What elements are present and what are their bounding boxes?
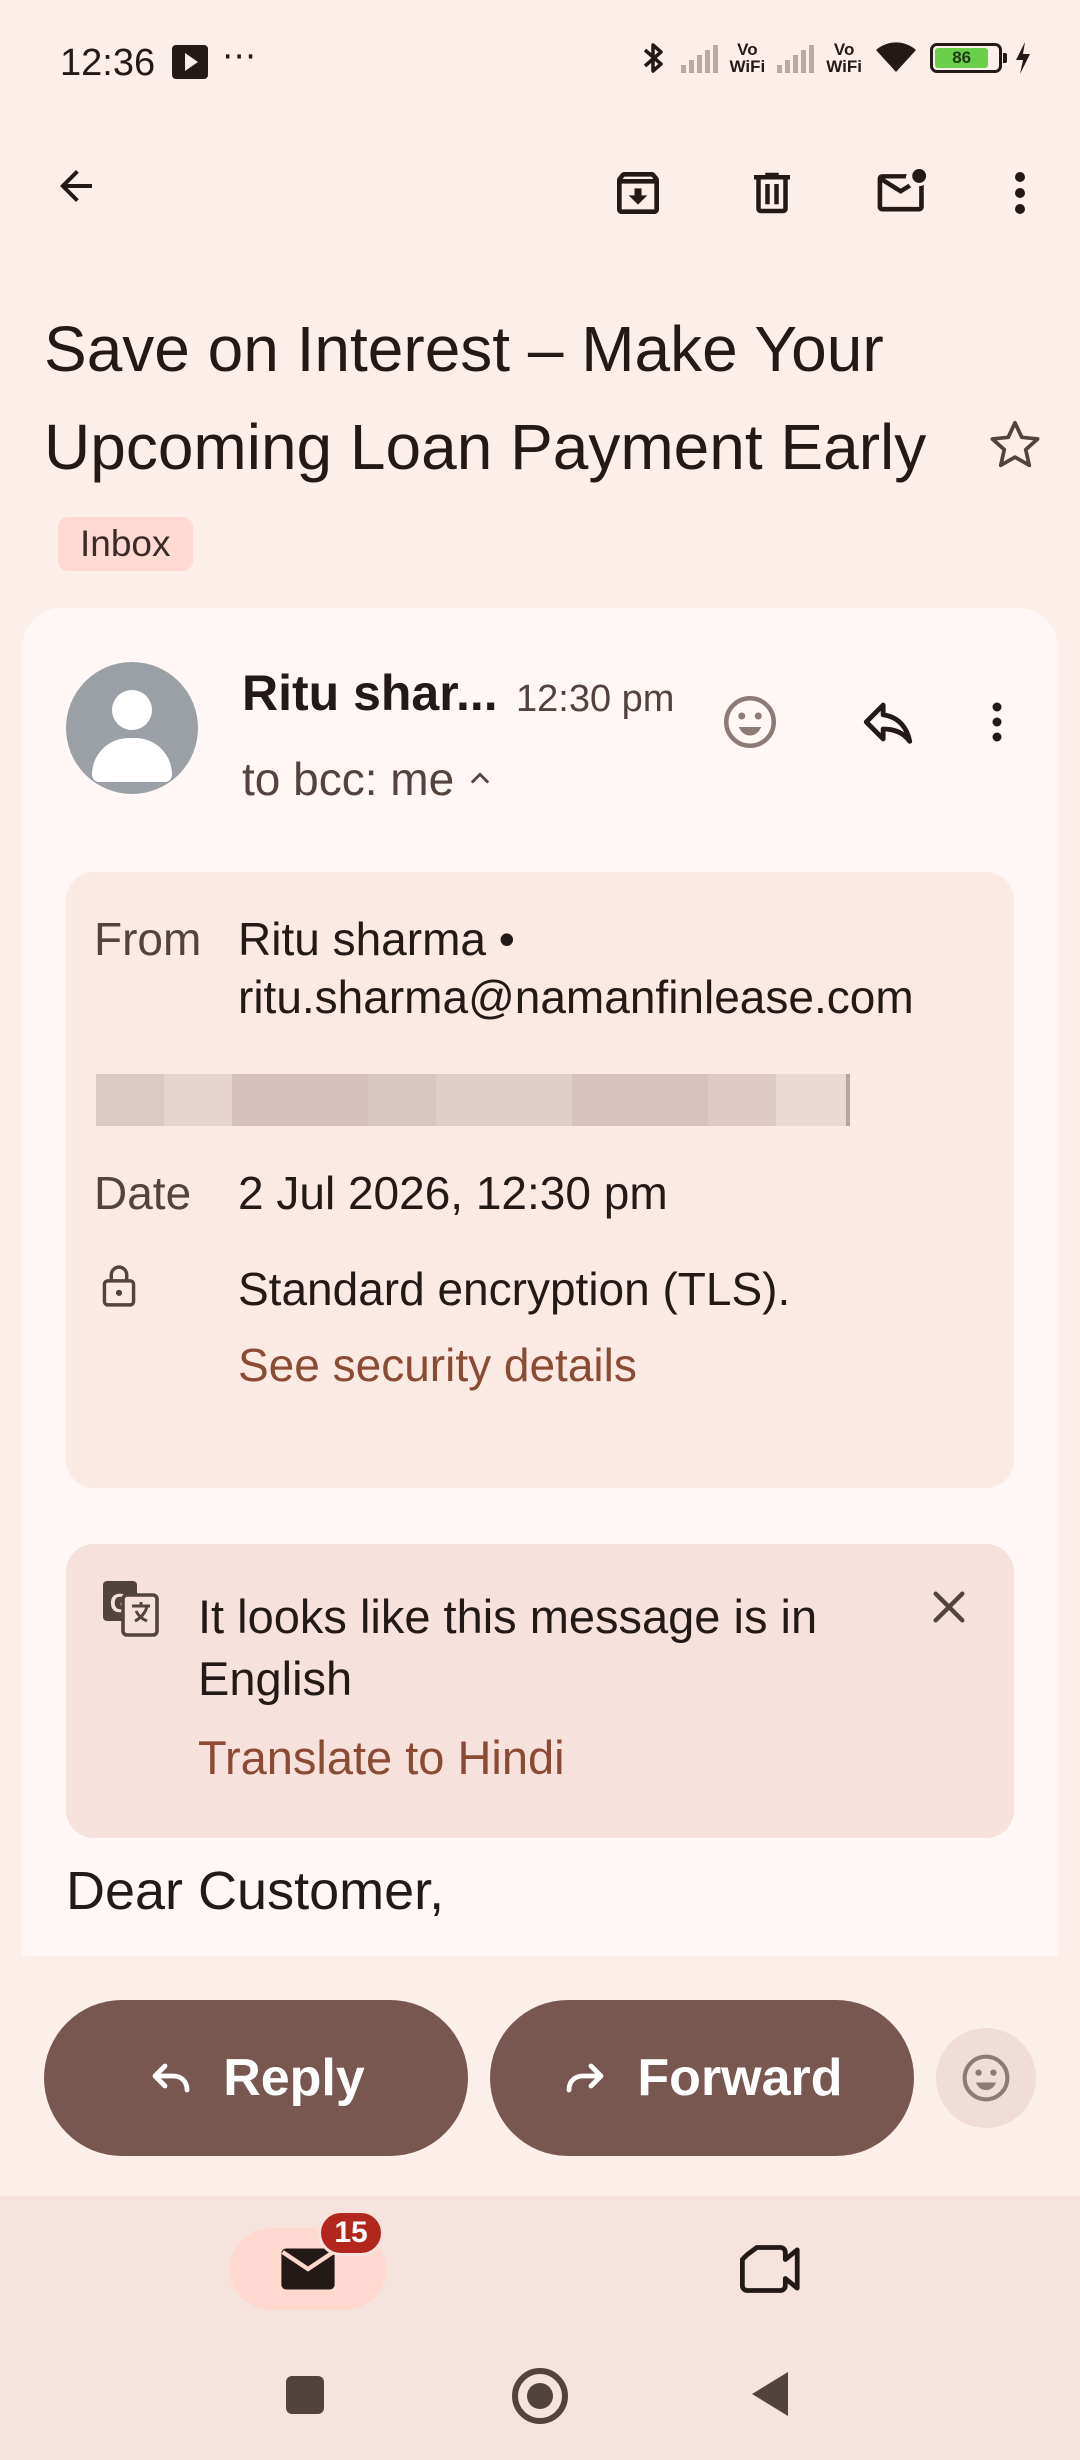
charging-icon: [1016, 42, 1030, 74]
signal-icon: [777, 43, 815, 73]
video-icon: [740, 2245, 800, 2293]
archive-icon: [617, 172, 659, 214]
forward-button[interactable]: Forward: [490, 2000, 914, 2156]
status-time: 12:36: [60, 42, 156, 84]
reply-icon: [863, 702, 913, 744]
bluetooth-icon: [643, 43, 663, 73]
react-button[interactable]: [936, 2028, 1036, 2128]
reply-icon: [152, 2063, 190, 2093]
encryption-text: Standard encryption (TLS).: [238, 1263, 791, 1315]
vowifi-badge: Vo WiFi: [729, 40, 766, 76]
emoji-icon: [724, 696, 776, 748]
battery-level: 86: [935, 48, 989, 68]
sent-time: 12:30 pm: [516, 678, 675, 720]
recipient-text: to bcc: me: [242, 753, 455, 805]
back-arrow-icon: [60, 170, 92, 202]
more-vert-icon: [992, 702, 1002, 742]
date-label: Date: [94, 1167, 192, 1219]
back-button[interactable]: [40, 150, 112, 222]
mark-unread-button[interactable]: [863, 155, 943, 231]
reply-button-label: Reply: [223, 2049, 365, 2107]
from-name: Ritu sharma •: [238, 913, 515, 965]
status-bar: 12:36 ⋯ Vo WiFi Vo WiFi 86: [0, 0, 1080, 130]
delete-button[interactable]: [734, 155, 810, 231]
recipient-toggle[interactable]: to bcc: me: [242, 752, 494, 806]
wifi-icon: [876, 42, 916, 72]
system-back-button[interactable]: [752, 2372, 788, 2416]
subject-text: Save on Interest – Make Your Upcoming Lo…: [44, 313, 927, 483]
email-body-greeting: Dear Customer,: [66, 1861, 445, 1921]
emoji-icon: [962, 2054, 1010, 2102]
redacted-field: [96, 1074, 952, 1126]
message-more-button[interactable]: [972, 684, 1022, 760]
reply-icon-button[interactable]: [848, 684, 928, 760]
email-subject: Save on Interest – Make Your Upcoming Lo…: [44, 300, 974, 594]
inbox-label-chip[interactable]: Inbox: [58, 517, 193, 572]
recents-button[interactable]: [286, 2376, 324, 2414]
lock-icon: [98, 1262, 140, 1310]
sender-avatar[interactable]: [66, 662, 198, 794]
battery-icon: 86: [930, 43, 1007, 73]
close-icon: [933, 1591, 965, 1623]
signal-icon: [680, 43, 718, 73]
media-icon: [172, 45, 208, 79]
translate-icon: G: [100, 1578, 160, 1638]
reply-button[interactable]: Reply: [44, 2000, 468, 2156]
from-email[interactable]: ritu.sharma@namanfinlease.com: [238, 970, 914, 1024]
forward-icon: [567, 2063, 604, 2093]
mail-icon: [281, 2248, 335, 2290]
star-button[interactable]: [980, 410, 1050, 480]
nav-meet-tab[interactable]: [730, 2228, 812, 2310]
from-label: From: [94, 913, 202, 965]
unread-count-badge: 15: [318, 2210, 384, 2256]
more-vert-icon: [1015, 172, 1025, 214]
translate-message: It looks like this message is in English: [198, 1590, 818, 1705]
translate-to-hindi-link[interactable]: Translate to Hindi: [198, 1730, 565, 1785]
home-button[interactable]: [512, 2368, 568, 2424]
vowifi-badge: Vo WiFi: [826, 40, 862, 76]
dismiss-translate-button[interactable]: [914, 1572, 984, 1642]
star-outline-icon: [990, 420, 1040, 468]
forward-button-label: Forward: [637, 2049, 843, 2107]
mark-unread-icon: [877, 169, 927, 212]
chevron-up-icon: [471, 772, 490, 784]
security-details-link[interactable]: See security details: [238, 1338, 637, 1392]
add-reaction-button[interactable]: [712, 684, 788, 760]
more-options-button[interactable]: [995, 155, 1045, 231]
sender-name[interactable]: Ritu shar...: [242, 664, 498, 722]
status-icons: Vo WiFi Vo WiFi 86: [639, 40, 1032, 76]
status-more: ⋯: [222, 37, 258, 75]
archive-button[interactable]: [600, 155, 676, 231]
date-value: 2 Jul 2026, 12:30 pm: [238, 1167, 668, 1219]
delete-icon: [754, 172, 790, 214]
